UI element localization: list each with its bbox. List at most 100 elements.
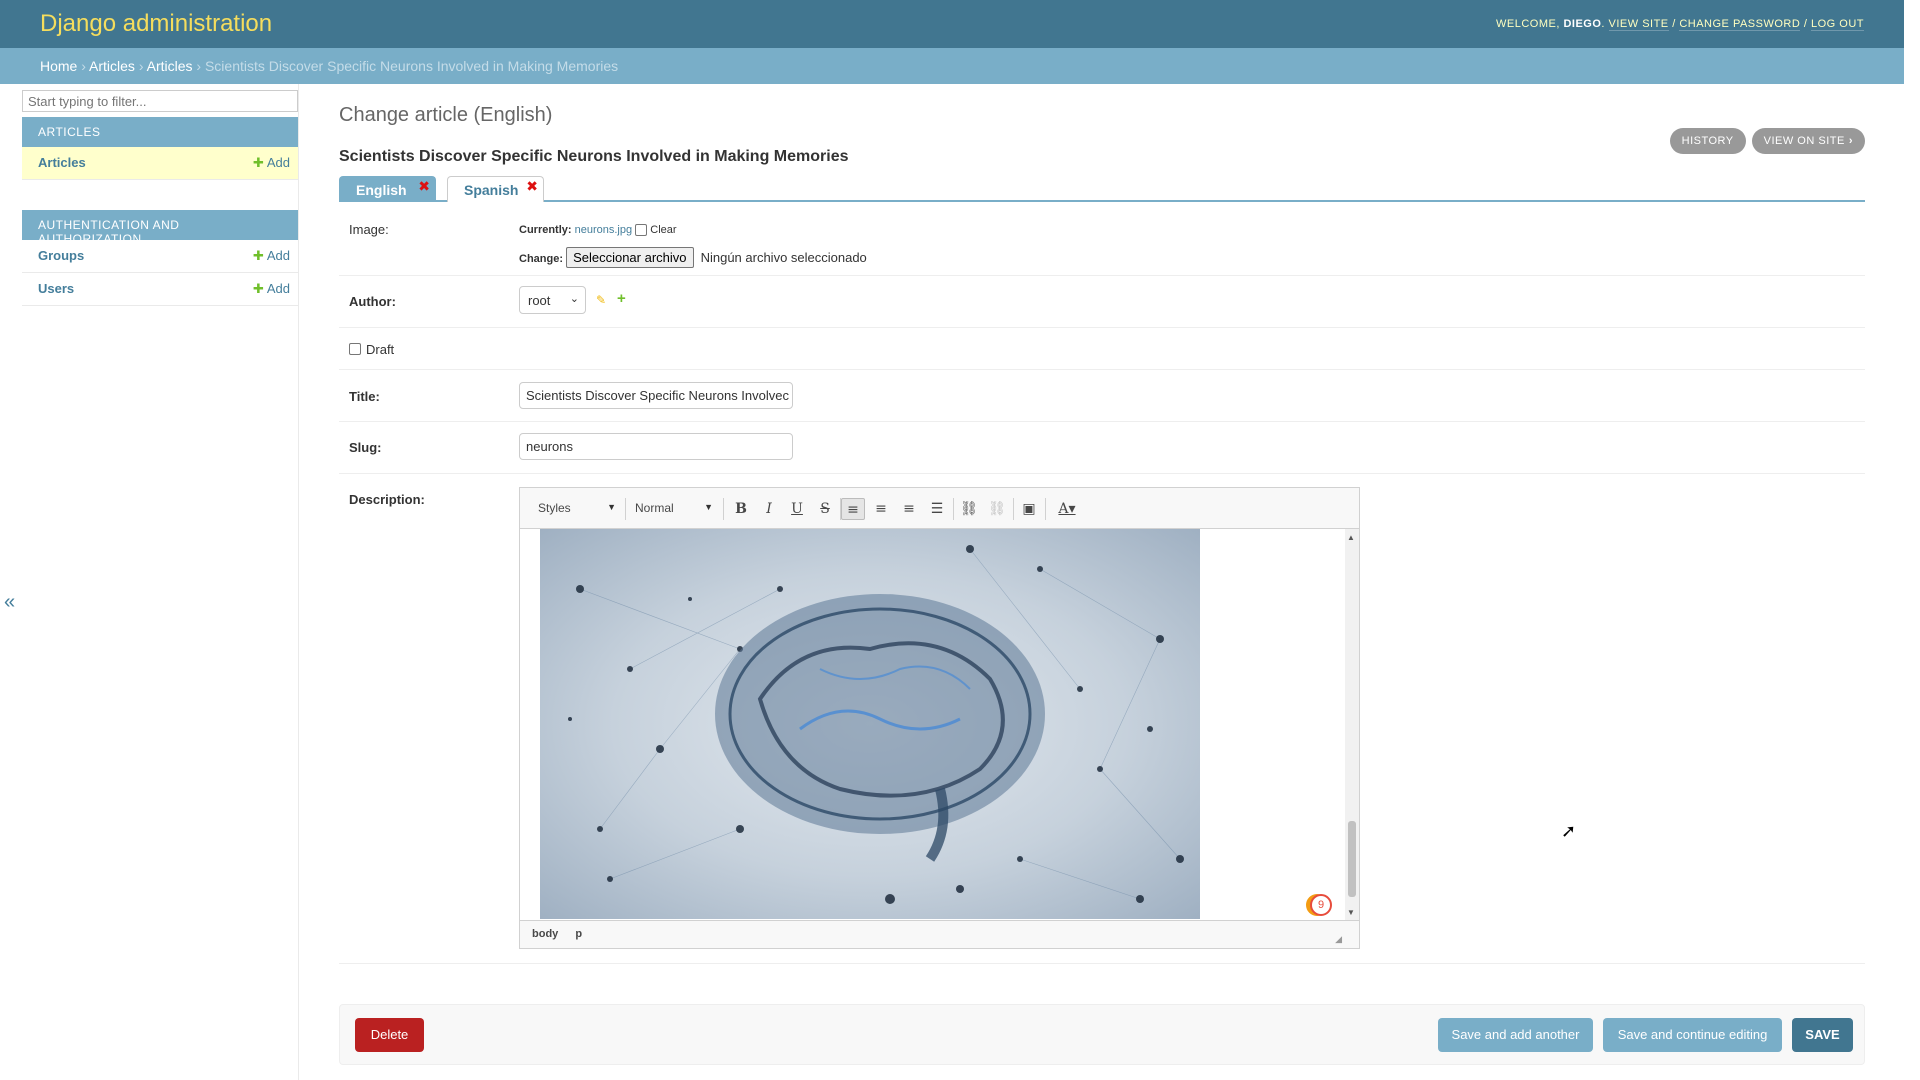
strikethrough-icon[interactable]: S — [813, 498, 837, 520]
title-input[interactable]: Scientists Discover Specific Neurons Inv… — [519, 382, 793, 409]
italic-icon[interactable]: I — [757, 498, 781, 520]
save-continue-button[interactable]: Save and continue editing — [1603, 1018, 1782, 1052]
pencil-icon[interactable]: ✎ — [596, 294, 608, 306]
breadcrumb-app[interactable]: Articles — [89, 58, 135, 74]
caret-down-icon: ▼ — [607, 502, 616, 512]
description-label: Description: — [349, 492, 425, 507]
notification-badge[interactable]: 9 — [1310, 894, 1332, 916]
add-user-link[interactable]: ✚ Add — [253, 281, 290, 297]
scroll-thumb[interactable] — [1348, 821, 1356, 897]
view-on-site-label: View on site — [1763, 135, 1845, 147]
align-left-icon[interactable]: ≡ — [841, 498, 865, 520]
form-row-description: Description: Styles ▼ Normal ▼ B I U S ≡ ≡… — [339, 474, 1865, 964]
tab-spanish[interactable]: Spanish ✖ — [447, 176, 544, 202]
mouse-cursor-icon: ➚ — [1561, 821, 1577, 841]
caret-down-icon: ▼ — [704, 502, 713, 512]
draft-label[interactable]: Draft — [366, 342, 394, 357]
clear-checkbox[interactable] — [635, 224, 648, 237]
history-button[interactable]: History — [1669, 128, 1746, 154]
view-site-link[interactable]: View site — [1608, 18, 1669, 31]
add-author-icon[interactable]: + — [617, 291, 626, 306]
form-row-draft: Draft — [339, 328, 1865, 370]
editor-content[interactable]: ▲ ▼ 9 — [520, 529, 1359, 921]
align-center-icon[interactable]: ≡ — [869, 498, 893, 520]
path-item-body[interactable]: body — [532, 928, 558, 940]
image-icon[interactable]: ▣ — [1017, 498, 1041, 520]
resize-handle-icon[interactable]: ◢ — [1335, 934, 1342, 945]
chevron-down-icon: ⌄ — [569, 293, 579, 305]
tab-english[interactable]: English ✖ — [339, 176, 436, 202]
module-caption[interactable]: Articles — [22, 117, 298, 147]
text-color-icon[interactable]: A▾ — [1050, 498, 1084, 520]
brain-illustration — [568, 545, 1184, 904]
choose-file-button[interactable]: Seleccionar archivo — [566, 247, 694, 268]
view-on-site-button[interactable]: View on site › — [1751, 128, 1865, 154]
sidebar-item-label[interactable]: Users — [38, 281, 74, 296]
bold-icon[interactable]: B — [729, 498, 753, 520]
welcome-text: Welcome, — [1495, 18, 1560, 30]
author-select[interactable]: root ⌄ — [519, 286, 586, 314]
breadcrumb: Home › Articles › Articles › Scientists … — [0, 48, 1904, 84]
username: Diego — [1563, 18, 1602, 30]
editor-toolbar: Styles ▼ Normal ▼ B I U S ≡ ≡ ≡ ☰ ⛓ ⛓ ▣ … — [520, 488, 1359, 529]
image-label: Image: — [349, 222, 389, 237]
delete-button[interactable]: Delete — [355, 1018, 424, 1052]
plus-icon: ✚ — [253, 155, 264, 170]
sidebar-item-articles[interactable]: Articles ✚ Add — [22, 147, 298, 180]
breadcrumb-current: Scientists Discover Specific Neurons Inv… — [204, 58, 619, 74]
logout-link[interactable]: Log out — [1810, 18, 1864, 31]
add-label: Add — [266, 281, 290, 296]
toolbar-separator — [953, 498, 954, 520]
sidebar-item-label[interactable]: Groups — [38, 248, 84, 263]
submit-row: Delete Save and add another Save and con… — [339, 1004, 1865, 1065]
current-file-link[interactable]: neurons.jpg — [575, 224, 633, 236]
app-module-auth: Authentication and Authorization Groups … — [22, 210, 298, 306]
styles-dropdown[interactable]: Styles ▼ — [530, 499, 622, 519]
styles-label: Styles — [538, 501, 571, 515]
format-dropdown[interactable]: Normal ▼ — [627, 499, 719, 519]
unlink-icon[interactable]: ⛓ — [985, 498, 1009, 520]
delete-translation-icon[interactable]: ✖ — [418, 178, 430, 195]
currently-label: Currently: — [519, 224, 572, 236]
title-label: Title: — [349, 389, 380, 404]
current-file-line: Currently: neurons.jpg Clear — [519, 224, 677, 237]
editor-scrollbar[interactable]: ▲ ▼ — [1345, 529, 1359, 921]
format-label: Normal — [635, 501, 674, 515]
scroll-down-icon[interactable]: ▼ — [1347, 908, 1355, 917]
site-name[interactable]: Django administration — [40, 10, 272, 38]
align-justify-icon[interactable]: ☰ — [925, 498, 949, 520]
form-row-author: Author: root ⌄ ✎ + — [339, 276, 1865, 328]
nav-filter-input[interactable] — [22, 90, 298, 112]
path-item-p[interactable]: p — [575, 928, 582, 940]
brain-image[interactable] — [540, 529, 1200, 919]
no-file-text: Ningún archivo seleccionado — [700, 250, 867, 265]
add-group-link[interactable]: ✚ Add — [253, 248, 290, 264]
collapse-sidebar-icon[interactable]: « — [4, 592, 18, 616]
author-value: root — [528, 293, 551, 308]
page-title: Change article (English) — [339, 104, 553, 126]
rich-text-editor: Styles ▼ Normal ▼ B I U S ≡ ≡ ≡ ☰ ⛓ ⛓ ▣ … — [519, 487, 1360, 949]
add-label: Add — [266, 155, 290, 170]
underline-icon[interactable]: U — [785, 498, 809, 520]
chevron-right-icon: › — [1848, 135, 1853, 147]
draft-checkbox[interactable] — [349, 343, 361, 355]
save-add-another-button[interactable]: Save and add another — [1438, 1018, 1593, 1052]
breadcrumb-home[interactable]: Home — [40, 58, 77, 74]
breadcrumb-model[interactable]: Articles — [147, 58, 193, 74]
add-article-link[interactable]: ✚ Add — [253, 155, 290, 171]
scroll-up-icon[interactable]: ▲ — [1347, 533, 1355, 542]
clear-label: Clear — [650, 224, 677, 236]
link-icon[interactable]: ⛓ — [957, 498, 981, 520]
sidebar-item-label[interactable]: Articles — [38, 155, 86, 170]
change-password-link[interactable]: Change password — [1679, 18, 1801, 31]
sidebar-item-users[interactable]: Users ✚ Add — [22, 273, 298, 306]
delete-translation-icon[interactable]: ✖ — [526, 178, 538, 195]
slug-input[interactable]: neurons — [519, 433, 793, 460]
toolbar-separator — [625, 498, 626, 520]
save-button[interactable]: Save — [1792, 1018, 1853, 1052]
module-caption[interactable]: Authentication and Authorization — [22, 210, 298, 246]
tab-label: Spanish — [464, 182, 519, 198]
user-tools: Welcome, Diego. View site / Change passw… — [1495, 18, 1864, 31]
align-right-icon[interactable]: ≡ — [897, 498, 921, 520]
sidebar-item-groups[interactable]: Groups ✚ Add — [22, 240, 298, 273]
